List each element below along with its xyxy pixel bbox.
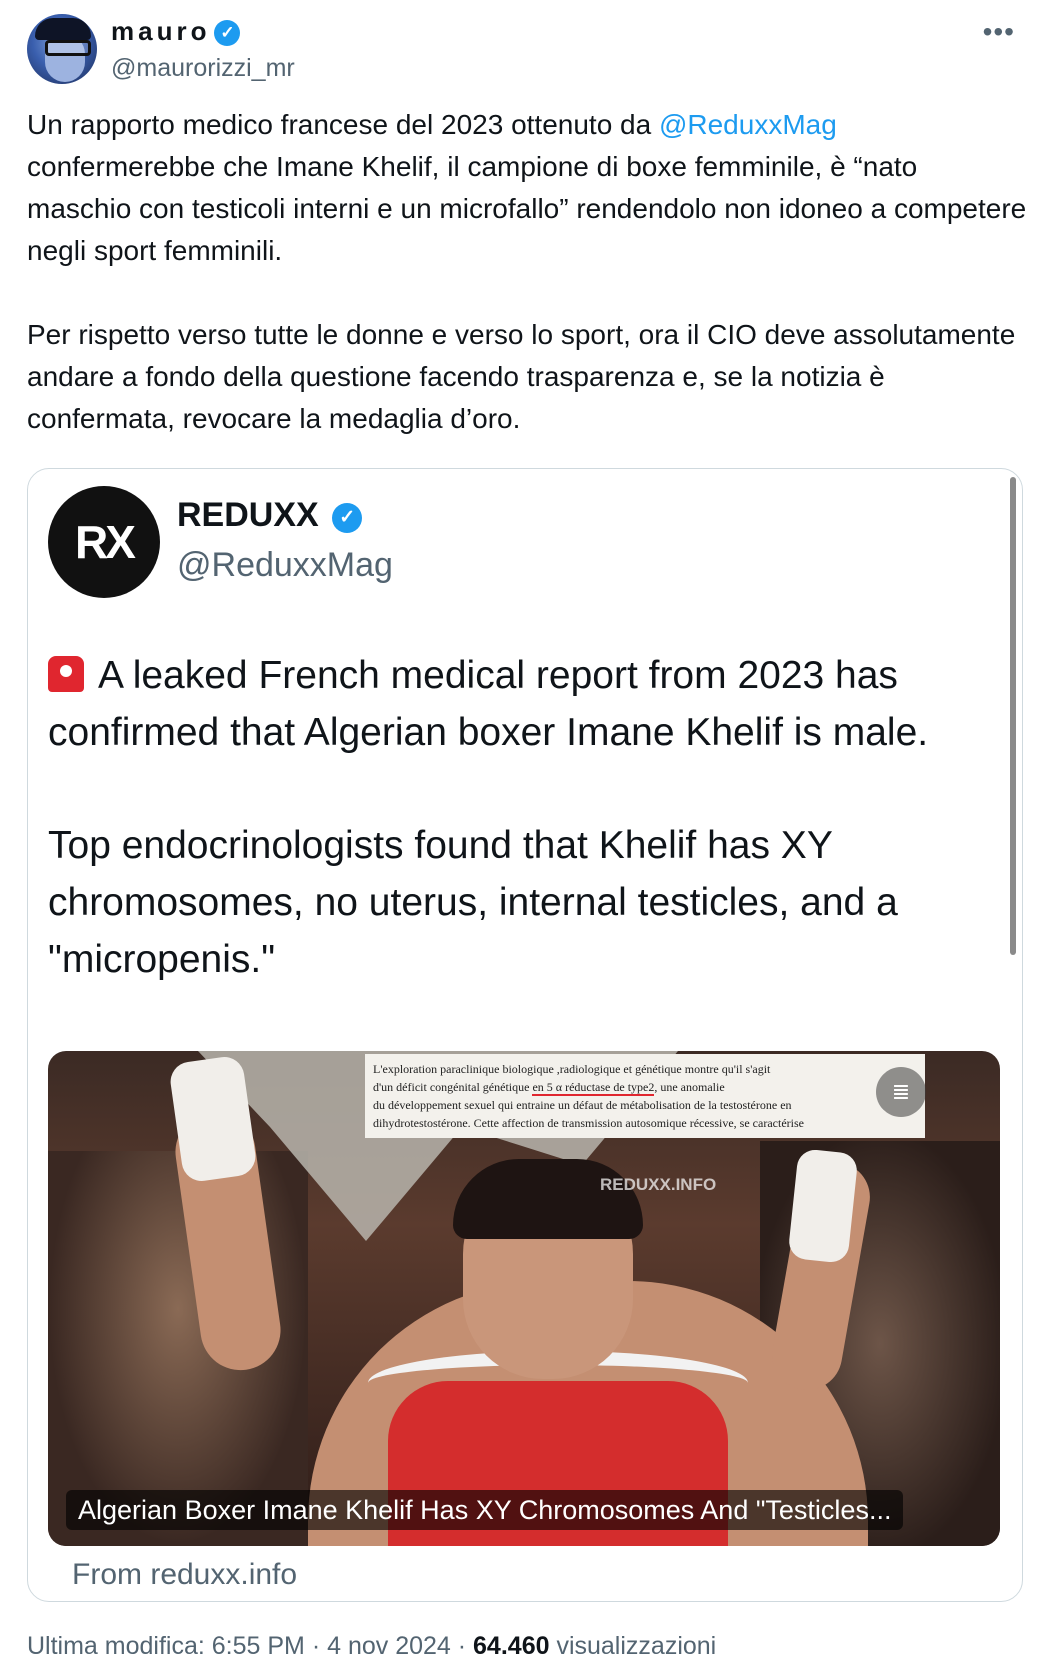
- document-line: dihydrotestostérone. Cette affection de …: [373, 1116, 804, 1130]
- avatar-hair: [35, 18, 91, 40]
- document-line: d'un déficit congénital génétique en 5 α…: [373, 1080, 725, 1096]
- boxer-hair: [453, 1159, 643, 1239]
- siren-emoji-icon: [48, 656, 84, 692]
- quoted-author-name-text: REDUXX: [177, 496, 319, 534]
- tweet-paragraph-1: Un rapporto medico francese del 2023 ott…: [27, 104, 1027, 272]
- author-name[interactable]: mauro ✓: [111, 16, 241, 47]
- author-name-text: mauro: [111, 16, 211, 46]
- quoted-author-name[interactable]: REDUXX ✓: [177, 496, 363, 535]
- views-label: visualizzazioni: [549, 1632, 717, 1660]
- link-source[interactable]: From reduxx.info: [72, 1558, 297, 1592]
- document-text: une anomalie: [660, 1080, 725, 1094]
- paragraph-text: confermerebbe che Imane Khelif, il campi…: [27, 151, 1027, 266]
- scrollbar[interactable]: [1010, 477, 1016, 955]
- verified-badge-icon: ✓: [214, 20, 241, 46]
- separator: ·: [304, 1632, 328, 1660]
- mention-link[interactable]: @ReduxxMag: [659, 109, 837, 140]
- text-scan-icon[interactable]: ≣: [876, 1067, 926, 1117]
- tweet-paragraph-2: Per rispetto verso tutte le donne e vers…: [27, 319, 1016, 434]
- avatar-logo-text: RX: [75, 516, 136, 568]
- document-excerpt: L'exploration paraclinique biologique ,r…: [365, 1054, 925, 1138]
- tweet-date[interactable]: 4 nov 2024: [327, 1632, 451, 1660]
- view-count[interactable]: 64.460: [473, 1632, 549, 1660]
- tweet-meta: Ultima modifica: 6:55 PM · 4 nov 2024 · …: [27, 1632, 716, 1661]
- quoted-paragraph-2: Top endocrinologists found that Khelif h…: [48, 824, 898, 981]
- document-text: d'un déficit congénital génétique: [373, 1080, 530, 1094]
- paragraph-text: Un rapporto medico francese del 2023 ott…: [27, 109, 659, 140]
- quoted-tweet-card[interactable]: RX REDUXX ✓ @ReduxxMag A leaked French m…: [27, 468, 1023, 1602]
- author-avatar[interactable]: [27, 14, 97, 84]
- separator: ·: [450, 1632, 474, 1660]
- quoted-tweet-text: A leaked French medical report from 2023…: [48, 647, 1008, 1044]
- document-line: L'exploration paraclinique biologique ,r…: [373, 1062, 771, 1076]
- more-options-icon[interactable]: •••: [983, 16, 1015, 48]
- author-handle[interactable]: @maurorizzi_mr: [111, 54, 295, 83]
- image-watermark: REDUXX.INFO: [600, 1175, 717, 1194]
- edited-timestamp[interactable]: Ultima modifica: 6:55 PM: [27, 1632, 305, 1660]
- hand-wrap-right: [787, 1148, 859, 1264]
- paragraph-text: A leaked French medical report from 2023…: [48, 654, 929, 754]
- document-line: du développement sexuel qui entraine un …: [373, 1098, 792, 1112]
- quoted-paragraph-1: A leaked French medical report from 2023…: [48, 647, 1008, 761]
- document-highlight: en 5 α réductase de type2: [532, 1080, 655, 1096]
- quoted-author-handle[interactable]: @ReduxxMag: [177, 546, 393, 585]
- article-image[interactable]: L'exploration paraclinique biologique ,r…: [48, 1051, 1000, 1546]
- article-title-caption: Algerian Boxer Imane Khelif Has XY Chrom…: [66, 1490, 904, 1530]
- verified-badge-icon: ✓: [332, 503, 363, 533]
- avatar-glasses: [45, 40, 91, 56]
- quoted-author-avatar[interactable]: RX: [48, 486, 160, 598]
- tweet-text: Un rapporto medico francese del 2023 ott…: [27, 104, 1027, 482]
